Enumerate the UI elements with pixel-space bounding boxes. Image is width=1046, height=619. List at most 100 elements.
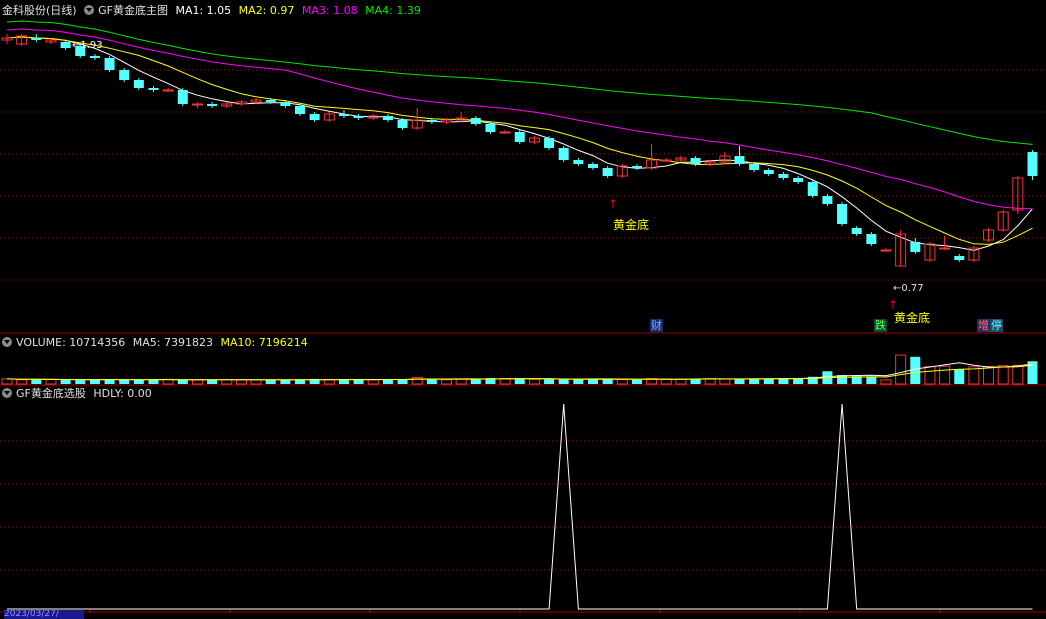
volume-bar [323,379,335,385]
candle-body [866,234,877,244]
volume-bar [558,379,569,384]
volume-value[interactable]: VOLUME: 10714356 [16,336,125,349]
candle-body [177,90,188,104]
hdly-signal-line [7,403,1033,610]
candle-body [499,131,511,134]
candlestick-series [1,34,1038,267]
candle-body [690,158,701,164]
signal-indicator-name[interactable]: GF黄金底选股 [16,387,86,400]
volume-ma10-line [6,363,1033,381]
candle-body [280,102,291,106]
drop-tag[interactable]: 跌 [874,319,887,332]
volume-bar [1,378,13,385]
finance-tag[interactable]: 财 [650,319,663,332]
golden-bottom-label: 黄金底 [613,218,650,232]
volume-bar [954,369,965,384]
candle-body [295,106,305,114]
ma3-line [6,28,1033,210]
volume-bar [45,379,57,385]
increase-tag[interactable]: 增 [977,319,990,332]
candle-body [1027,152,1038,176]
candle-body [793,178,804,182]
candle-body [31,38,42,40]
volume-bar [250,379,262,385]
volume-bar [31,379,42,384]
volume-bar [528,378,540,385]
indicator-name[interactable]: GF黄金底主图 [98,4,168,17]
candle-body [191,103,203,106]
volume-bar [983,366,995,385]
golden-bottom-label: 黄金底 [894,311,931,325]
high-price-marker: ←1.93 [72,40,103,51]
ma3-value: MA3: 1.08 [301,4,358,17]
candle-body [162,89,174,92]
volume-bar [616,379,628,385]
candle-body [588,164,598,168]
volume-bar [602,379,613,384]
candle-body [558,148,569,160]
volume-bar [265,380,276,384]
volume-bar [690,378,701,384]
candle-body [470,118,481,124]
volume-bar [426,379,437,384]
volume-bar [544,379,555,384]
ma5-volume-value: MA5: 7391823 [132,336,213,349]
candle-body [544,138,555,148]
hdly-value: HDLY: 0.00 [93,387,152,400]
candle-body [602,168,613,176]
volume-bar [997,365,1009,385]
candle-body [954,256,965,260]
volume-bar [514,378,525,384]
volume-bar [207,379,218,384]
suspend-tag[interactable]: 停 [990,319,1003,332]
dropdown-icon[interactable] [84,5,95,15]
date-label: 2023/03/27/ [4,610,84,619]
volume-bar [119,379,130,384]
volume-bar [280,379,291,384]
signal-series [7,403,1033,610]
candle-body [119,70,130,80]
candle-body [822,196,833,204]
candle-body [353,116,364,118]
volume-bar [719,378,731,385]
volume-bar [1012,364,1024,385]
candle-body [734,156,745,164]
volume-bar [353,379,364,384]
volume-bar [441,379,452,385]
candle-body [807,182,818,196]
volume-bar [16,379,28,385]
volume-bar [924,366,936,385]
ma1-value: MA1: 1.05 [175,4,232,17]
ma10-volume-value: MA10: 7196214 [220,336,308,349]
candle-body [837,204,848,224]
candle-body [60,42,71,48]
volume-bar [148,379,159,384]
candle-body [265,100,276,102]
candle-body [880,249,892,252]
signal-panel-header: GF黄金底选股 HDLY: 0.00 [2,387,156,401]
main-panel-header: 金科股份(日线) GF黄金底主图 MA1: 1.05 MA2: 0.97 MA3… [2,4,425,18]
candle-body [910,242,921,252]
candle-body [514,132,525,142]
volume-bar [895,354,907,385]
candle-body [426,120,437,122]
dropdown-icon[interactable] [2,388,12,398]
candle-body [631,166,642,168]
candle-body [104,58,115,70]
volume-bar [631,379,642,384]
candle-body [851,228,862,234]
candle-body [397,120,408,128]
volume-bar [939,365,951,385]
volume-panel-header: VOLUME: 10714356 MA5: 7391823 MA10: 7196… [2,336,312,350]
candle-body [485,124,496,132]
candle-body [133,80,144,88]
candle-body [89,56,100,58]
ma2-value: MA2: 0.97 [238,4,295,17]
dropdown-icon[interactable] [2,337,12,347]
candle-body [778,174,789,178]
candle-body [573,160,584,164]
candle-body [309,114,320,120]
candle-body [749,164,760,170]
volume-bar [675,378,687,385]
candle-body [660,159,672,162]
